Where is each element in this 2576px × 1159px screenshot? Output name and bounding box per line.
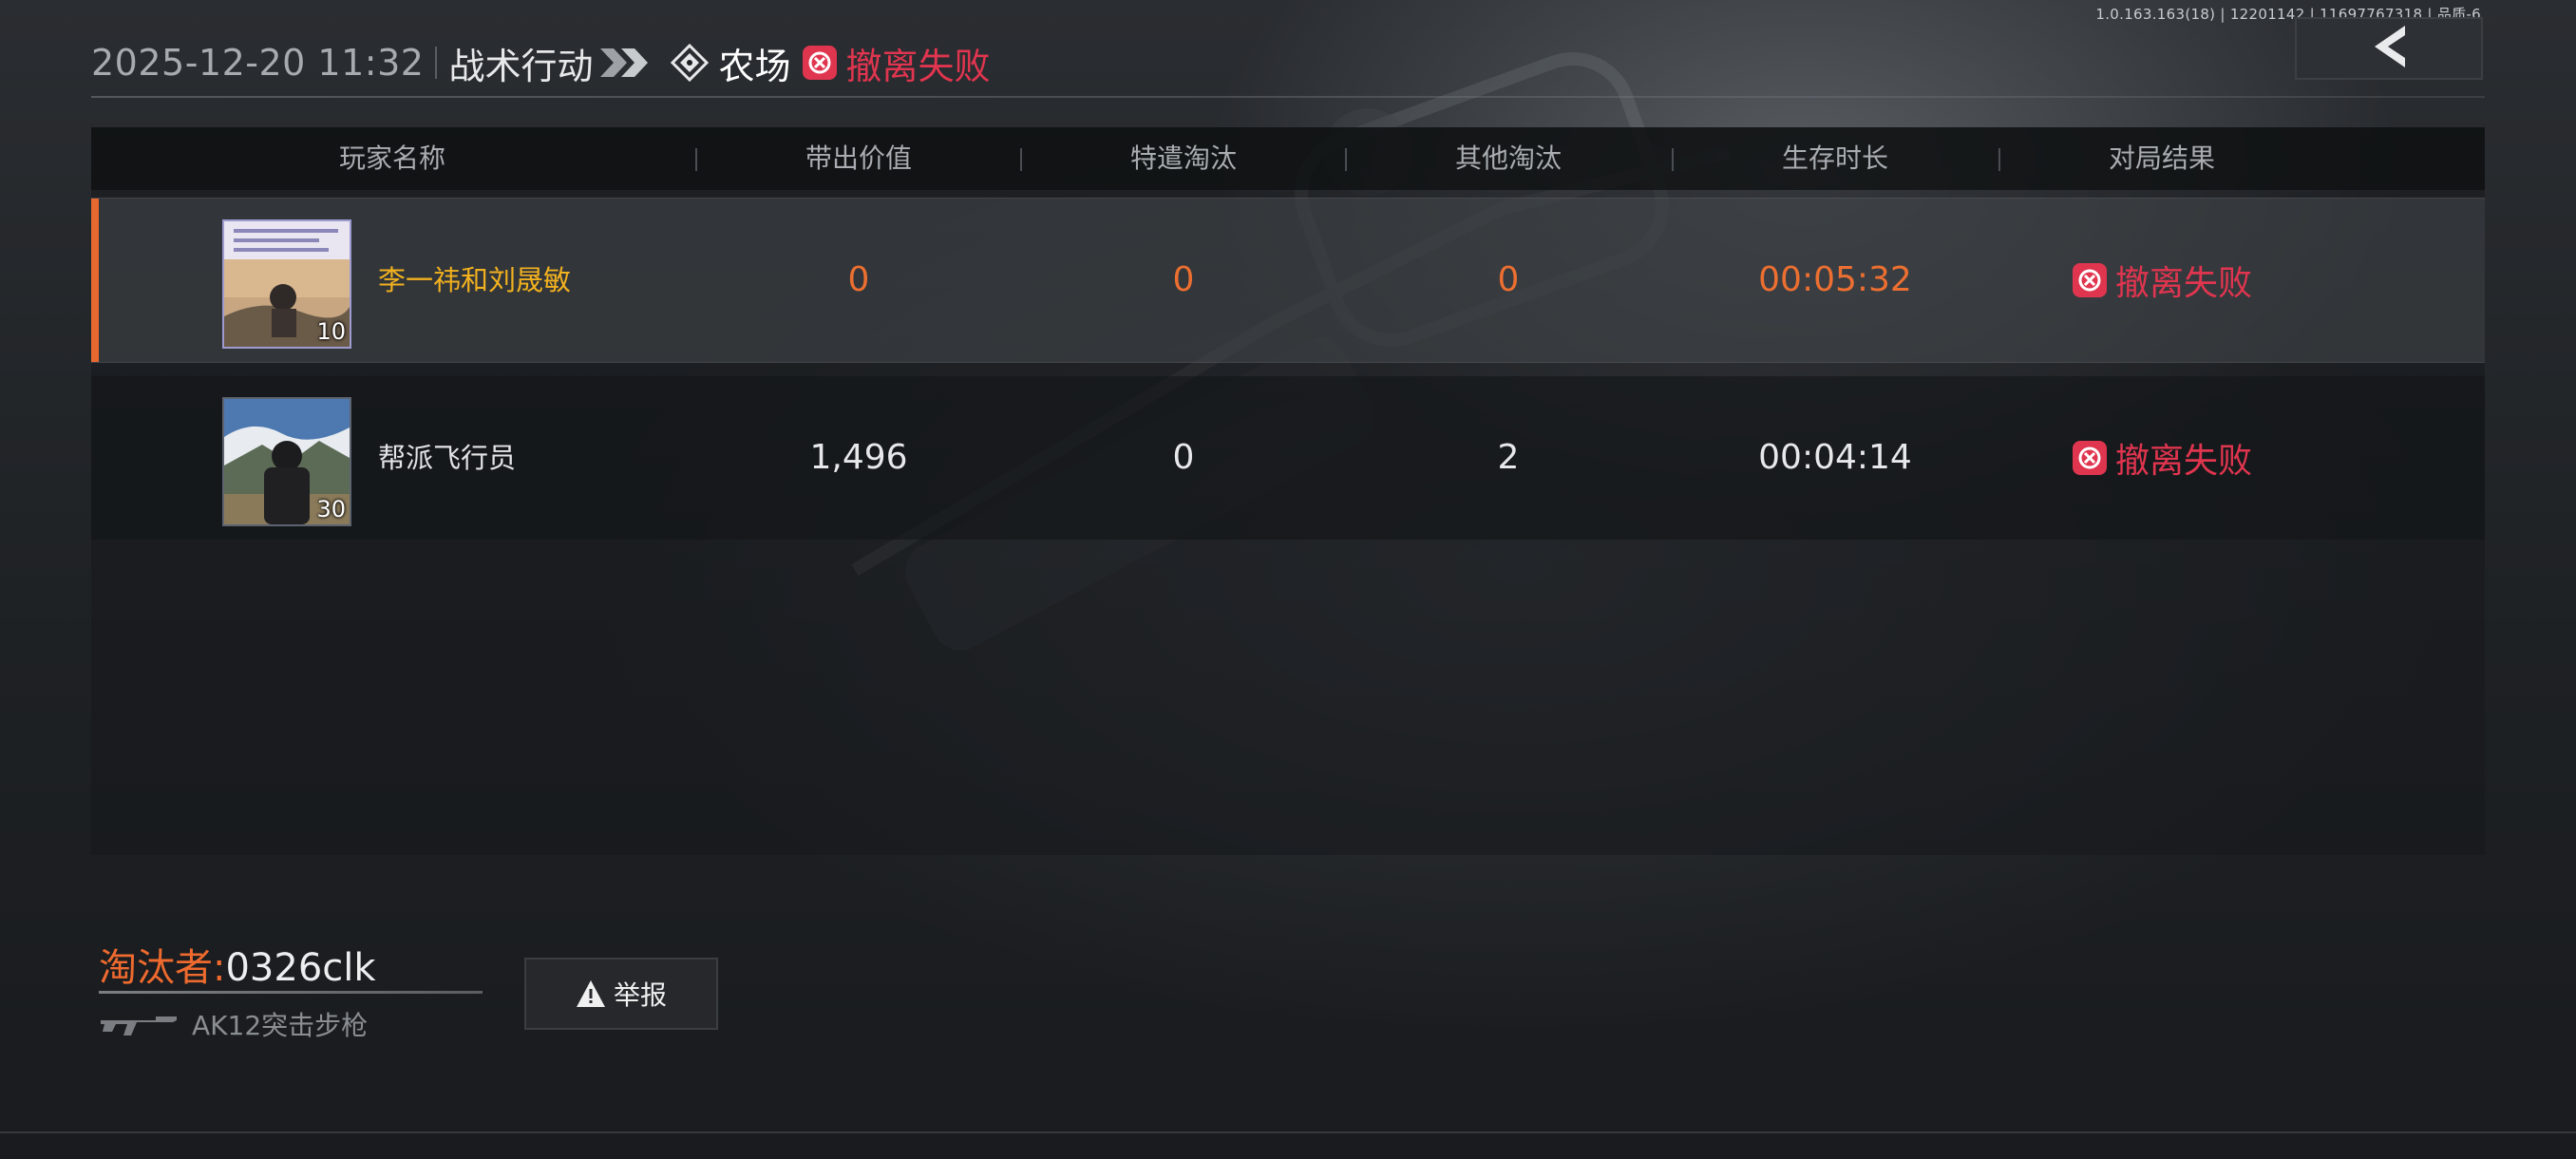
special-kills: 0 bbox=[1172, 260, 1195, 299]
player-level: 10 bbox=[316, 318, 346, 345]
table-row[interactable]: 10 李一祎和刘晟敏 0 0 0 00:05:32 撤离失败 bbox=[91, 198, 2485, 363]
eliminator-divider bbox=[99, 991, 483, 994]
game-mode: 战术行动 bbox=[448, 45, 594, 87]
col-special-kills: 特遣淘汰 bbox=[1129, 142, 1237, 174]
report-button-label: 举报 bbox=[613, 979, 667, 1011]
back-arrow-icon bbox=[2367, 24, 2411, 73]
extract-value: 1,496 bbox=[809, 438, 908, 477]
player-name: 帮派飞行员 bbox=[378, 442, 517, 474]
weapon-name: AK12突击步枪 bbox=[192, 1010, 369, 1041]
player-name: 李一祎和刘晟敏 bbox=[378, 264, 572, 296]
special-kills: 0 bbox=[1172, 438, 1195, 477]
row-result: 撤离失败 bbox=[2000, 376, 2323, 540]
avatar[interactable]: 30 bbox=[222, 397, 351, 526]
eliminator-info: 淘汰者:0326clk bbox=[99, 937, 376, 992]
col-match-result: 对局结果 bbox=[2108, 142, 2215, 174]
avatar[interactable]: 10 bbox=[222, 219, 351, 349]
bottom-divider bbox=[0, 1131, 2576, 1133]
table-header: 玩家名称 带出价值 特遣淘汰 其他淘汰 生存时长 对局结果 bbox=[91, 127, 2485, 190]
header-divider bbox=[435, 47, 438, 79]
diamond-compass-icon bbox=[671, 44, 710, 82]
match-result: 撤离失败 bbox=[845, 45, 991, 87]
survival-time: 00:04:14 bbox=[1758, 438, 1912, 477]
player-level: 30 bbox=[316, 496, 346, 522]
back-button[interactable] bbox=[2295, 17, 2483, 80]
survival-time: 00:05:32 bbox=[1758, 260, 1912, 299]
col-survival-time: 生存时长 bbox=[1781, 142, 1888, 174]
match-datetime: 2025-12-20 11:32 bbox=[91, 42, 425, 84]
table-row[interactable]: 30 帮派飞行员 1,496 0 2 00:04:14 撤离失败 bbox=[91, 376, 2485, 540]
players-table: 玩家名称 带出价值 特遣淘汰 其他淘汰 生存时长 对局结果 10 李一祎和刘晟敏… bbox=[91, 127, 2485, 855]
fail-seal-icon bbox=[2072, 262, 2108, 298]
eliminator-label: 淘汰者: bbox=[99, 946, 226, 990]
row-result-text: 撤离失败 bbox=[2114, 442, 2252, 481]
selected-row-accent bbox=[91, 199, 99, 362]
header-divider-line bbox=[91, 96, 2485, 98]
col-other-kills: 其他淘汰 bbox=[1454, 142, 1562, 174]
col-extract-value: 带出价值 bbox=[805, 142, 912, 174]
report-button[interactable]: 举报 bbox=[524, 958, 718, 1030]
extract-value: 0 bbox=[847, 260, 870, 299]
row-result: 撤离失败 bbox=[2000, 199, 2323, 362]
other-kills: 0 bbox=[1497, 260, 1520, 299]
eliminator-weapon: AK12突击步枪 bbox=[99, 1005, 368, 1043]
row-result-text: 撤离失败 bbox=[2114, 264, 2252, 303]
warning-icon bbox=[576, 979, 606, 1008]
double-chevron-icon bbox=[598, 47, 652, 79]
match-header: 2025-12-20 11:32 战术行动 农场 撤离失败 bbox=[91, 36, 990, 89]
rifle-icon bbox=[99, 1011, 179, 1037]
col-player-name: 玩家名称 bbox=[338, 142, 445, 174]
map-name: 农场 bbox=[718, 45, 791, 87]
fail-seal-icon bbox=[2072, 440, 2108, 476]
fail-seal-icon bbox=[802, 45, 838, 81]
other-kills: 2 bbox=[1497, 438, 1520, 477]
eliminator-name: 0326clk bbox=[225, 946, 376, 990]
